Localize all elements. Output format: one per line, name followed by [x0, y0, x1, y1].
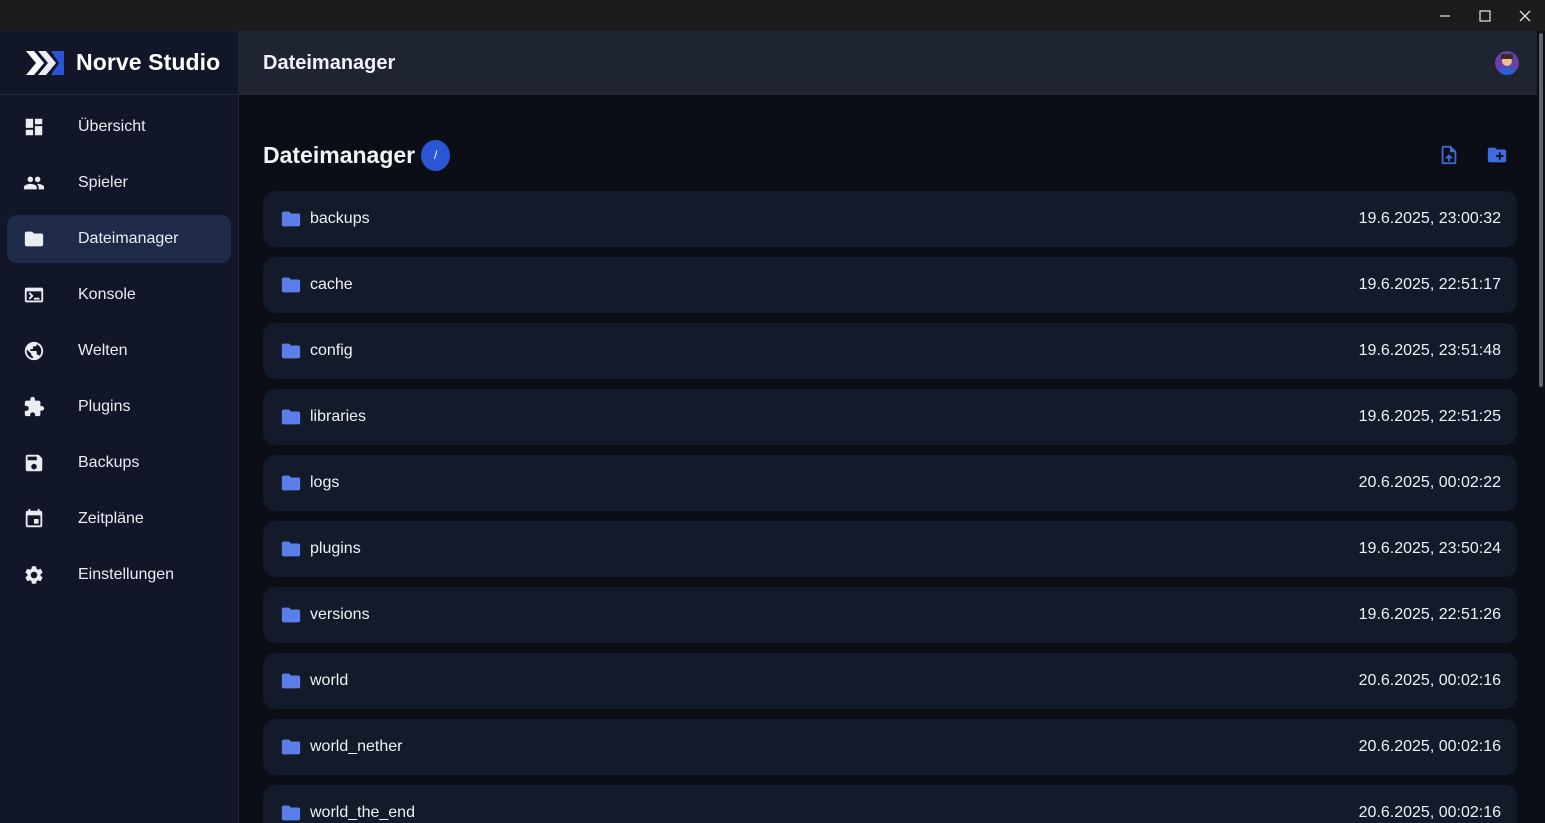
app-header: Dateimanager — [239, 31, 1537, 95]
list-item[interactable]: plugins 19.6.2025, 23:50:24 — [263, 521, 1517, 577]
sidebar-item-plugins[interactable]: Plugins — [7, 383, 231, 431]
file-date: 20.6.2025, 00:02:16 — [1358, 738, 1501, 755]
file-date: 19.6.2025, 23:50:24 — [1358, 540, 1501, 557]
norve-logo-icon — [26, 50, 64, 75]
minimize-icon — [1440, 14, 1450, 17]
folder-icon — [280, 736, 302, 758]
file-date: 20.6.2025, 00:02:16 — [1358, 804, 1501, 821]
folder-add-icon — [1487, 147, 1507, 163]
list-item[interactable]: logs 20.6.2025, 00:02:22 — [263, 455, 1517, 511]
sidebar-nav: Übersicht Spieler Dateimanager Konsole W… — [0, 95, 238, 599]
close-icon — [1519, 10, 1531, 21]
sidebar-item-label: Backups — [78, 454, 140, 471]
upload-file-button[interactable] — [1435, 141, 1463, 169]
people-icon — [23, 172, 45, 194]
save-icon — [23, 452, 45, 474]
sidebar-item-uebersicht[interactable]: Übersicht — [7, 103, 231, 151]
file-date: 19.6.2025, 22:51:25 — [1358, 408, 1501, 425]
file-date: 19.6.2025, 23:00:32 — [1358, 210, 1501, 227]
maximize-button[interactable] — [1465, 0, 1505, 31]
sidebar-item-welten[interactable]: Welten — [7, 327, 231, 375]
list-item[interactable]: backups 19.6.2025, 23:00:32 — [263, 191, 1517, 247]
header-title: Dateimanager — [263, 51, 396, 74]
avatar[interactable] — [1495, 51, 1519, 75]
folder-icon — [280, 340, 302, 362]
list-item[interactable]: world 20.6.2025, 00:02:16 — [263, 653, 1517, 709]
file-name: libraries — [310, 408, 367, 425]
user-avatar-icon — [1495, 51, 1519, 75]
folder-icon — [280, 604, 302, 626]
list-item[interactable]: config 19.6.2025, 23:51:48 — [263, 323, 1517, 379]
file-upload-icon — [1441, 145, 1457, 165]
file-list: backups 19.6.2025, 23:00:32 cache 19.6.2… — [263, 191, 1517, 823]
sidebar-item-label: Einstellungen — [78, 566, 175, 583]
file-name: logs — [310, 474, 340, 491]
folder-icon — [280, 538, 302, 560]
sidebar-item-label: Zeitpläne — [78, 510, 144, 527]
file-name: backups — [310, 210, 370, 227]
list-item[interactable]: world_the_end 20.6.2025, 00:02:16 — [263, 785, 1517, 823]
sidebar-item-label: Übersicht — [78, 118, 146, 135]
sidebar-item-label: Dateimanager — [78, 230, 179, 247]
folder-icon — [280, 208, 302, 230]
file-date: 19.6.2025, 22:51:26 — [1358, 606, 1501, 623]
page-heading: Dateimanager / — [263, 139, 451, 171]
calendar-icon — [23, 508, 45, 530]
folder-icon — [23, 228, 45, 250]
list-item[interactable]: cache 19.6.2025, 22:51:17 — [263, 257, 1517, 313]
brand[interactable]: Norve Studio — [0, 31, 238, 95]
scrollbar[interactable] — [1537, 31, 1545, 823]
minimize-button[interactable] — [1425, 0, 1465, 31]
file-name: world_the_end — [310, 804, 415, 821]
sidebar-item-label: Spieler — [78, 174, 128, 191]
sidebar-item-zeitplaene[interactable]: Zeitpläne — [7, 495, 231, 543]
sidebar-item-label: Konsole — [78, 286, 136, 303]
new-folder-button[interactable] — [1483, 141, 1511, 169]
sidebar-item-dateimanager[interactable]: Dateimanager — [7, 215, 231, 263]
sidebar-item-backups[interactable]: Backups — [7, 439, 231, 487]
scrollbar-thumb[interactable] — [1539, 33, 1543, 387]
window-titlebar — [0, 0, 1545, 31]
list-item[interactable]: libraries 19.6.2025, 22:51:25 — [263, 389, 1517, 445]
sidebar-item-label: Welten — [78, 342, 128, 359]
list-item[interactable]: world_nether 20.6.2025, 00:02:16 — [263, 719, 1517, 775]
file-date: 20.6.2025, 00:02:16 — [1358, 672, 1501, 689]
window-controls — [1425, 0, 1545, 31]
list-item[interactable]: versions 19.6.2025, 22:51:26 — [263, 587, 1517, 643]
file-date: 20.6.2025, 00:02:22 — [1358, 474, 1501, 491]
file-name: cache — [310, 276, 353, 293]
dashboard-icon — [23, 116, 45, 138]
sidebar: Norve Studio Übersicht Spieler Dateimana… — [0, 31, 239, 823]
folder-icon — [280, 802, 302, 823]
file-date: 19.6.2025, 23:51:48 — [1358, 342, 1501, 359]
file-name: world — [310, 672, 349, 689]
sidebar-item-spieler[interactable]: Spieler — [7, 159, 231, 207]
sidebar-item-einstellungen[interactable]: Einstellungen — [7, 551, 231, 599]
folder-icon — [280, 274, 302, 296]
folder-icon — [280, 406, 302, 428]
folder-icon — [280, 670, 302, 692]
file-date: 19.6.2025, 22:51:17 — [1358, 276, 1501, 293]
close-button[interactable] — [1505, 0, 1545, 31]
path-badge[interactable]: / — [421, 139, 451, 171]
file-name: plugins — [310, 540, 361, 557]
gear-icon — [23, 564, 45, 586]
sidebar-item-konsole[interactable]: Konsole — [7, 271, 231, 319]
file-name: config — [310, 342, 353, 359]
globe-icon — [23, 340, 45, 362]
file-name: world_nether — [310, 738, 403, 755]
file-name: versions — [310, 606, 370, 623]
terminal-icon — [23, 284, 45, 306]
maximize-icon — [1479, 9, 1491, 22]
main-content: Dateimanager / backups 19.6.2025, 23:00:… — [239, 95, 1537, 823]
sidebar-item-label: Plugins — [78, 398, 131, 415]
folder-icon — [280, 472, 302, 494]
brand-name: Norve Studio — [76, 49, 221, 75]
puzzle-icon — [23, 396, 45, 418]
page-title: Dateimanager — [263, 141, 416, 168]
